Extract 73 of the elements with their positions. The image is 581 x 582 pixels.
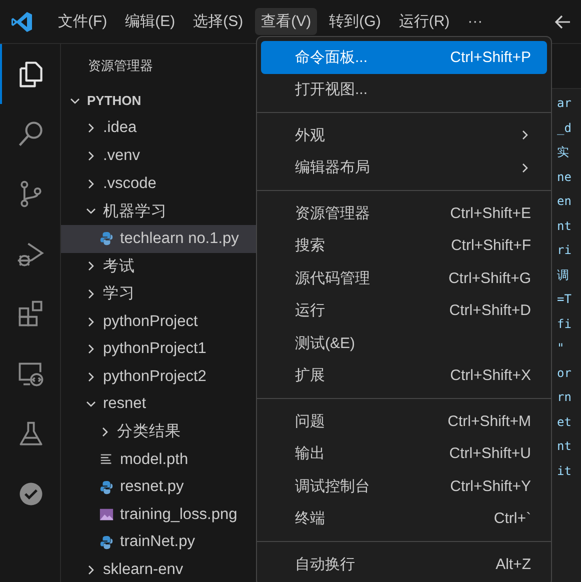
- file-item[interactable]: techlearn no.1.py: [61, 224, 256, 253]
- menu-item[interactable]: 搜索 Ctrl+Shift+F: [261, 230, 547, 262]
- file-item[interactable]: resnet.py: [61, 473, 256, 501]
- folder-item[interactable]: .venv: [61, 142, 256, 170]
- folder-item[interactable]: 学习: [61, 280, 256, 308]
- code-line: 实: [557, 144, 570, 161]
- workspace-folder[interactable]: PYTHON: [61, 87, 256, 115]
- menu-bar-item[interactable]: ···: [462, 9, 489, 34]
- folder-item[interactable]: 考试: [61, 252, 256, 280]
- shortcut-label: Ctrl+Shift+E: [450, 204, 531, 222]
- folder-item[interactable]: resnet: [61, 390, 256, 418]
- code-line: et: [557, 414, 572, 430]
- folder-item[interactable]: pythonProject: [61, 308, 256, 336]
- code-line: en: [557, 193, 572, 210]
- code-line: rn: [557, 389, 572, 406]
- menu-item[interactable]: 源代码管理 Ctrl+Shift+G: [261, 262, 547, 294]
- folder-item[interactable]: 机器学习: [61, 197, 256, 225]
- menu-bar-item[interactable]: 编辑(E): [119, 8, 182, 35]
- menu-item[interactable]: 扩展 Ctrl+Shift+X: [261, 360, 547, 392]
- menu-item[interactable]: 输出 Ctrl+Shift+U: [261, 438, 547, 470]
- shortcut-label: Ctrl+`: [494, 510, 531, 528]
- menu-item[interactable]: 命令面板... Ctrl+Shift+P: [261, 41, 547, 74]
- code-line: 调: [557, 266, 570, 284]
- menu-bar-item[interactable]: 文件(F): [52, 8, 114, 35]
- menu-item[interactable]: 问题 Ctrl+Shift+M: [261, 405, 547, 438]
- code-line: ar: [557, 95, 572, 112]
- code-line: nt: [557, 218, 572, 234]
- menu-item[interactable]: 资源管理器 Ctrl+Shift+E: [261, 197, 547, 230]
- folder-item[interactable]: .idea: [61, 114, 256, 142]
- folder-item[interactable]: .vscode: [61, 170, 256, 198]
- shortcut-label: Ctrl+Shift+G: [448, 270, 531, 287]
- shortcut-label: Ctrl+Shift+F: [450, 237, 531, 254]
- menu-item[interactable]: 外观: [261, 119, 547, 152]
- python-file-icon: [99, 480, 114, 495]
- code-line: _d: [557, 120, 572, 137]
- menu-bar-item[interactable]: 运行(R): [392, 8, 456, 35]
- shortcut-label: Ctrl+Shift+U: [449, 445, 531, 462]
- menu-item[interactable]: 运行 Ctrl+Shift+D: [261, 294, 547, 327]
- editor-logo-icon: [10, 10, 34, 34]
- shortcut-label: Ctrl+Shift+M: [448, 412, 531, 430]
- code-line: ": [557, 340, 566, 357]
- menu-item[interactable]: 自动换行 Alt+Z: [261, 548, 547, 580]
- shortcut-label: Ctrl+Shift+X: [450, 367, 531, 384]
- shortcut-label: Ctrl+Shift+P: [450, 48, 531, 66]
- menu-bar-item[interactable]: 查看(V): [255, 8, 318, 35]
- python-file-icon: [99, 534, 114, 550]
- code-line: it: [557, 462, 572, 480]
- menu-item[interactable]: 测试(&E): [261, 327, 547, 360]
- python-file-icon: [99, 231, 114, 246]
- menu-item[interactable]: 打开视图...: [261, 74, 547, 106]
- code-line: fi: [557, 316, 572, 332]
- folder-item[interactable]: sklearn-env: [61, 556, 256, 582]
- menu-item[interactable]: 调试控制台 Ctrl+Shift+Y: [261, 470, 547, 502]
- menu-item[interactable]: 编辑器布局: [261, 152, 547, 184]
- image-file-icon: [99, 507, 114, 522]
- menu-bar-item[interactable]: 转到(G): [323, 8, 387, 35]
- shortcut-label: Ctrl+Shift+Y: [450, 478, 531, 495]
- code-line: ri: [557, 242, 572, 259]
- file-item[interactable]: trainNet.py: [61, 528, 256, 556]
- code-line: nt: [557, 438, 572, 455]
- code-line: =T: [557, 291, 572, 308]
- folder-item[interactable]: 分类结果: [61, 418, 256, 446]
- menu-bar-item[interactable]: 选择(S): [187, 8, 250, 35]
- shortcut-label: Ctrl+Shift+D: [449, 302, 531, 320]
- code-line: or: [557, 364, 572, 382]
- file-item[interactable]: training_loss.png: [61, 500, 256, 528]
- panel-title: 资源管理器: [87, 57, 154, 75]
- folder-item[interactable]: pythonProject2: [61, 362, 256, 391]
- menu-item[interactable]: 终端 Ctrl+`: [261, 502, 547, 535]
- code-line: ne: [557, 168, 572, 186]
- shortcut-label: Alt+Z: [496, 556, 531, 573]
- folder-item[interactable]: pythonProject1: [61, 335, 256, 363]
- file-item[interactable]: model.pth: [61, 446, 256, 474]
